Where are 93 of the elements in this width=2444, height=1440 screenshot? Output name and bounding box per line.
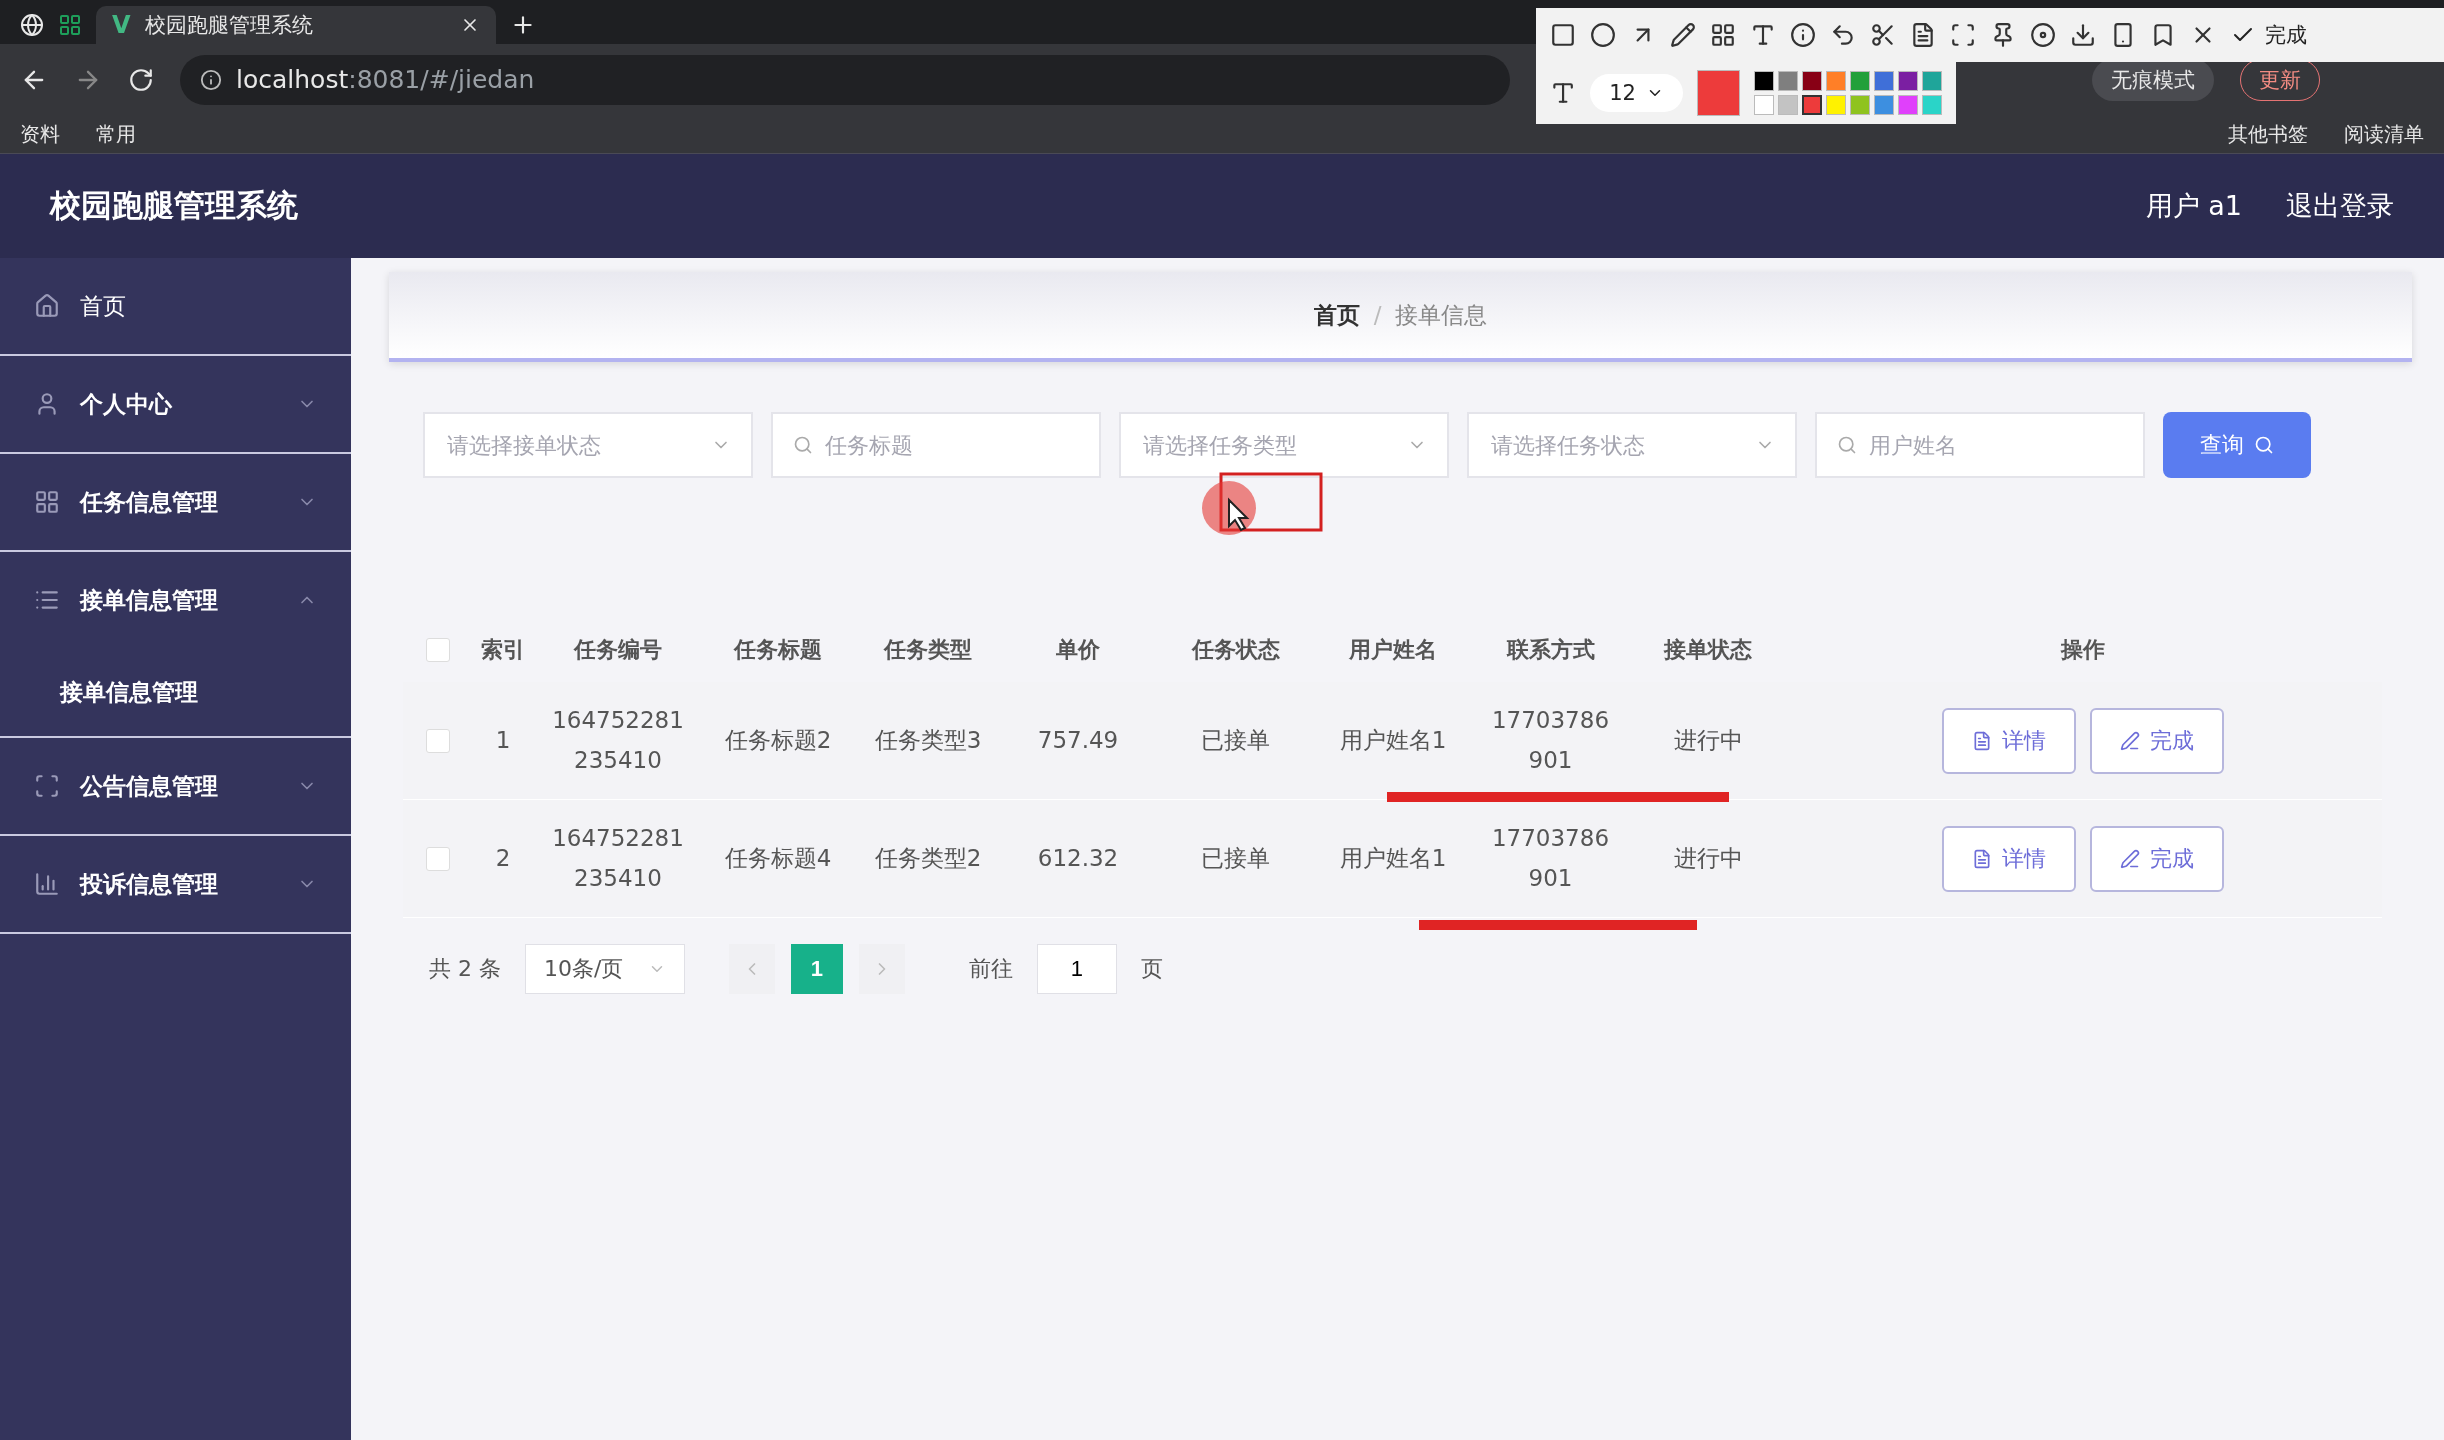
frame-icon [34,773,60,799]
search-icon [1837,435,1857,455]
complete-button[interactable]: 完成 [2089,707,2224,774]
logout-link[interactable]: 退出登录 [2286,188,2394,224]
column-header: 操作 [2059,636,2106,664]
address-field[interactable]: localhost:8081/#/jiedan [180,54,1510,105]
color-swatch[interactable] [1778,95,1798,115]
sidebar-item[interactable]: 任务信息管理 [0,454,351,552]
select-field[interactable]: 请选择接单状态 [423,412,753,478]
column-header: 接单状态 [1662,636,1753,664]
download-icon[interactable] [2070,22,2096,48]
breadcrumb-item: 接单信息 [1395,300,1488,330]
input-field[interactable]: 用户姓名 [1815,412,2145,478]
grid-icon [34,489,60,515]
sheet-icon[interactable] [58,13,82,37]
details-button[interactable]: 详情 [1941,707,2076,774]
select-field[interactable]: 请选择任务类型 [1119,412,1449,478]
square-icon[interactable] [1550,22,1576,48]
select-field[interactable]: 请选择任务状态 [1467,412,1797,478]
record-icon[interactable] [2030,22,2056,48]
sidebar-item[interactable]: 投诉信息管理 [0,836,351,934]
search-icon [2254,435,2274,455]
reading-list-button[interactable]: 阅读清单 [2344,120,2424,148]
input-field[interactable]: 任务标题 [771,412,1101,478]
column-header: 用户姓名 [1348,636,1438,664]
color-swatch[interactable] [1898,71,1918,91]
bookmark-folder[interactable]: 资料 [20,120,60,148]
color-swatch[interactable] [1898,95,1918,115]
complete-button[interactable]: 完成 [2089,825,2224,892]
scissors-icon[interactable] [1870,22,1896,48]
color-swatch[interactable] [1754,95,1774,115]
column-header: 任务类型 [882,636,973,664]
globe-icon[interactable] [20,13,44,37]
sidebar-subitem[interactable]: 接单信息管理 [0,648,351,738]
reload-icon[interactable] [128,66,154,93]
pencil-icon[interactable] [1670,22,1696,48]
page-size-select[interactable]: 10条/页 [525,944,685,994]
pen-icon [2119,848,2140,869]
document-icon[interactable] [1910,22,1936,48]
color-swatch[interactable] [1850,71,1870,91]
color-swatch[interactable] [1874,95,1894,115]
color-swatch[interactable] [1850,95,1870,115]
checkbox[interactable] [426,638,450,662]
info-icon[interactable] [1790,22,1816,48]
page-suffix: 页 [1141,955,1163,983]
column-header: 索引 [480,636,526,664]
column-header: 联系方式 [1505,636,1596,664]
checkbox[interactable] [426,846,450,871]
sidebar-item[interactable]: 公告信息管理 [0,738,351,836]
frame-icon[interactable] [1950,22,1976,48]
color-swatch[interactable] [1778,71,1798,91]
cursor-highlight [1201,480,1257,536]
color-swatch[interactable] [1826,71,1846,91]
sidebar-item[interactable]: 首页 [0,258,351,356]
color-swatch[interactable] [1754,71,1774,91]
current-color-swatch[interactable] [1696,70,1740,116]
grid-icon[interactable] [1710,22,1736,48]
color-swatch[interactable] [1874,71,1894,91]
goto-label: 前往 [969,955,1013,983]
color-swatch[interactable] [1802,95,1822,115]
bookmark-folder[interactable]: 常用 [96,120,136,148]
column-header: 任务编号 [572,636,663,664]
breadcrumb-item[interactable]: 首页 [1313,299,1360,331]
column-header: 单价 [1055,636,1101,664]
app-title: 校园跑腿管理系统 [50,186,298,225]
done-button[interactable]: 完成 [2230,16,2308,54]
page-input[interactable]: 1 [1037,944,1117,994]
bookmark-folder[interactable]: 其他书签 [2228,120,2308,148]
column-header: 任务标题 [732,636,823,664]
tab-logo: V [112,11,131,39]
search-icon [793,435,813,455]
color-swatch[interactable] [1922,95,1942,115]
breadcrumb-separator: / [1373,302,1382,328]
user-name: 用户 a1 [2145,189,2242,223]
details-button[interactable]: 详情 [1941,825,2076,892]
undo-icon[interactable] [1830,22,1856,48]
color-swatch[interactable] [1826,95,1846,115]
home-icon [34,293,60,319]
info-icon[interactable] [200,68,222,91]
pen-icon [2119,730,2140,751]
checkbox[interactable] [426,728,450,753]
search-button[interactable]: 查询 [2163,412,2311,478]
sidebar-item[interactable]: 接单信息管理 [0,552,351,648]
column-header: 任务状态 [1190,636,1281,664]
color-swatch[interactable] [1802,71,1822,91]
text-icon[interactable] [1750,22,1776,48]
bar-chart-icon [34,871,60,897]
color-swatch[interactable] [1922,71,1942,91]
font-size-select[interactable]: 12 [1590,74,1683,112]
sidebar-item[interactable]: 个人中心 [0,356,351,454]
circle-icon[interactable] [1590,22,1616,48]
total-count: 共 2 条 [429,955,501,983]
browser-tab[interactable]: V 校园跑腿管理系统 [96,6,496,44]
